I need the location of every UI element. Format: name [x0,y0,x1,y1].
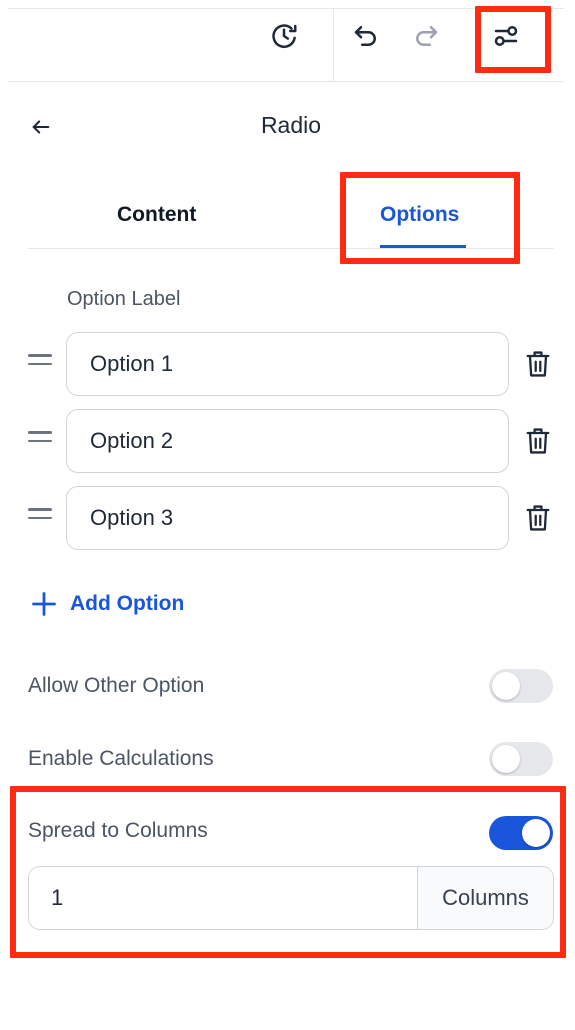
drag-handle-icon[interactable] [28,508,52,528]
add-option-button[interactable]: Add Option [30,590,184,618]
trash-icon [526,505,550,531]
allow-other-toggle[interactable] [489,669,553,703]
option-row [0,486,575,550]
plus-icon [32,592,56,616]
tab-options[interactable]: Options [380,203,459,227]
settings-button[interactable] [484,14,528,58]
columns-addon-label: Columns [417,867,553,929]
sliders-toggle-icon [494,26,518,46]
drag-handle-icon[interactable] [28,431,52,451]
option-label-heading: Option Label [67,288,181,310]
columns-count-input[interactable] [29,867,417,929]
drag-handle-icon[interactable] [28,354,52,374]
spread-to-columns-label: Spread to Columns [28,819,208,842]
option-row [0,332,575,396]
delete-option-button[interactable] [523,347,553,381]
trash-icon [526,428,550,454]
toggle-knob [492,672,520,700]
columns-input-group: Columns [28,866,554,930]
spread-to-columns-toggle[interactable] [489,816,553,850]
option-input[interactable] [66,409,509,473]
option-input[interactable] [66,332,509,396]
toggle-knob [492,745,520,773]
delete-option-button[interactable] [523,424,553,458]
option-input[interactable] [66,486,509,550]
undo-button[interactable] [344,14,388,58]
toolbar-divider [333,9,334,82]
tab-bar: Content Options [28,188,554,249]
redo-button[interactable] [404,14,448,58]
option-row [0,409,575,473]
panel-title: Radio [260,112,322,138]
undo-arrow-icon [354,26,376,46]
history-clock-icon [272,24,297,48]
delete-option-button[interactable] [523,501,553,535]
redo-arrow-icon [416,26,438,46]
add-option-label: Add Option [70,592,185,615]
trash-icon [526,351,550,377]
history-button[interactable] [262,14,306,58]
active-tab-indicator [380,245,466,248]
tab-content[interactable]: Content [117,203,196,227]
allow-other-label: Allow Other Option [28,674,205,697]
enable-calculations-toggle[interactable] [489,742,553,776]
toggle-knob [522,819,550,847]
enable-calculations-label: Enable Calculations [28,747,214,770]
